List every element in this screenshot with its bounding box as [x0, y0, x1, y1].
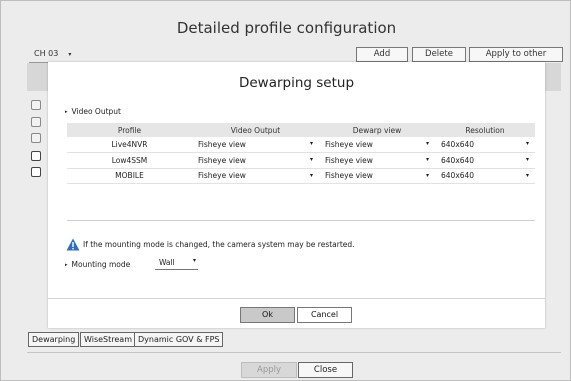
bullet-icon: ▸	[65, 262, 68, 268]
window-title: Detailed profile configuration	[176, 19, 397, 37]
video-output-value: Fisheye view	[198, 171, 246, 181]
column-header-video-output: Video Output	[192, 123, 319, 137]
chevron-down-icon: ▾	[525, 156, 529, 163]
profile-checkbox[interactable]	[31, 167, 41, 177]
dewarp-view-select[interactable]: Fisheye view ▾	[319, 152, 435, 169]
video-output-select[interactable]: Fisheye view ▾	[192, 168, 319, 184]
dewarp-view-select[interactable]: Fisheye view ▾	[319, 137, 435, 153]
chevron-down-icon: ▾	[425, 140, 429, 147]
video-output-select[interactable]: Fisheye view ▾	[192, 137, 319, 153]
mounting-mode-label: Mounting mode	[71, 260, 131, 269]
apply-button[interactable]: Apply	[241, 362, 297, 378]
chevron-down-icon: ▾	[192, 257, 196, 264]
channel-select[interactable]: CH 03 ▾	[34, 49, 71, 58]
mounting-mode-select[interactable]: Wall ▾	[155, 257, 198, 270]
dewarp-view-value: Fisheye view	[325, 155, 373, 165]
video-output-value: Fisheye view	[198, 155, 246, 165]
delete-button[interactable]: Delete	[412, 47, 466, 62]
divider	[67, 220, 535, 221]
chevron-down-icon: ▾	[525, 140, 529, 147]
dewarp-view-select[interactable]: Fisheye view ▾	[319, 168, 435, 184]
profile-checkbox[interactable]	[31, 100, 41, 110]
divider	[48, 298, 545, 299]
chevron-down-icon: ▾	[309, 156, 313, 163]
channel-label: CH 03	[34, 49, 59, 58]
column-header-resolution: Resolution	[435, 123, 535, 137]
bullet-icon: ▸	[65, 109, 68, 115]
profile-checkbox[interactable]	[31, 117, 41, 127]
resolution-select[interactable]: 640x640 ▾	[435, 168, 535, 184]
video-output-select[interactable]: Fisheye view ▾	[192, 152, 319, 169]
resolution-value: 640x640	[441, 171, 475, 181]
dewarp-view-value: Fisheye view	[325, 140, 373, 149]
tab-dynamic-gov-fps[interactable]: Dynamic GOV & FPS	[134, 332, 224, 347]
close-button[interactable]: Close	[298, 362, 353, 378]
cancel-button[interactable]: Cancel	[297, 307, 352, 323]
dewarping-setup-dialog: Dewarping setup ▸ Video Output Profile Vi…	[48, 62, 545, 328]
chevron-down-icon: ▾	[425, 156, 429, 163]
profile-checkbox[interactable]	[31, 133, 41, 143]
tab-wisestream[interactable]: WiseStream	[80, 332, 136, 347]
tab-dewarping[interactable]: Dewarping	[28, 332, 80, 347]
chevron-down-icon: ▾	[525, 171, 529, 179]
divider	[27, 352, 561, 353]
apply-to-other-channels-button[interactable]: Apply to other channels	[469, 47, 563, 72]
dewarp-profile-table: Profile Video Output Dewarp view Resolut…	[67, 123, 535, 184]
ok-button[interactable]: Ok	[240, 307, 295, 323]
add-button[interactable]: Add	[356, 47, 408, 62]
column-header-profile: Profile	[67, 123, 192, 137]
column-header-dewarp-view: Dewarp view	[319, 123, 435, 137]
mounting-mode-section: ▸ Mounting mode	[65, 260, 130, 269]
resolution-select[interactable]: 640x640 ▾	[435, 137, 535, 153]
profile-name: Live4NVR	[67, 137, 192, 153]
table-row: Live4NVR Fisheye view ▾ Fisheye view ▾ 640…	[67, 137, 535, 153]
dialog-title: Dewarping setup	[238, 75, 355, 91]
table-header: Profile Video Output Dewarp view Resolut…	[67, 123, 535, 137]
table-row: Low4SSM Fisheye view ▾ Fisheye view ▾ 640x…	[67, 152, 535, 169]
video-output-section: ▸ Video Output	[65, 107, 121, 116]
table-row: MOBILE Fisheye view ▾ Fisheye view ▾ 640x6…	[67, 168, 535, 184]
resolution-value: 640x640	[441, 140, 475, 149]
chevron-down-icon: ▾	[425, 171, 429, 179]
video-output-value: Fisheye view	[198, 140, 246, 149]
resolution-select[interactable]: 640x640 ▾	[435, 152, 535, 169]
warning-message: If the mounting mode is changed, the cam…	[83, 240, 355, 249]
profile-checkbox[interactable]	[31, 151, 41, 161]
profile-name: Low4SSM	[67, 152, 192, 169]
chevron-down-icon: ▾	[68, 51, 72, 58]
resolution-value: 640x640	[441, 155, 475, 165]
profile-name: MOBILE	[67, 168, 192, 184]
warning-triangle-icon	[66, 238, 80, 251]
dewarp-view-value: Fisheye view	[325, 171, 373, 181]
chevron-down-icon: ▾	[309, 140, 313, 147]
chevron-down-icon: ▾	[309, 171, 313, 179]
mounting-mode-value: Wall	[159, 258, 175, 267]
video-output-label: Video Output	[71, 107, 121, 116]
